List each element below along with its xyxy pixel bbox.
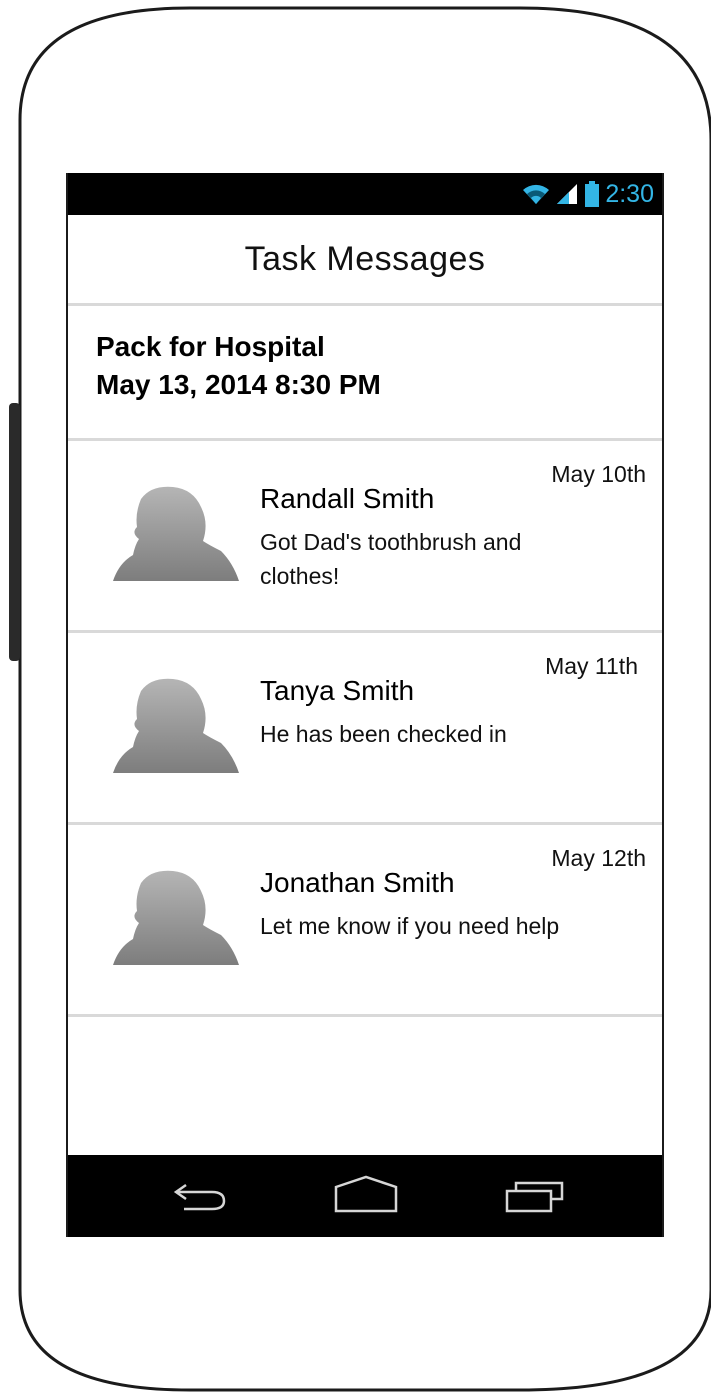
person-silhouette-icon bbox=[113, 870, 239, 965]
person-silhouette-icon bbox=[113, 678, 239, 773]
message-sender: Tanya Smith bbox=[260, 675, 415, 706]
page-title: Task Messages bbox=[244, 239, 486, 278]
status-time: 2:30 bbox=[605, 180, 654, 208]
message-item[interactable]: May 12th Jonathan Smith Let me know if y… bbox=[68, 825, 662, 1017]
message-text: Got Dad's toothbrush and clothes! bbox=[260, 529, 522, 589]
recents-icon[interactable] bbox=[504, 1175, 566, 1215]
message-sender: Randall Smith bbox=[260, 483, 435, 514]
wifi-icon bbox=[523, 184, 550, 204]
message-text: He has been checked in bbox=[260, 721, 507, 747]
message-text: Let me know if you need help bbox=[260, 913, 560, 939]
message-item[interactable]: May 11th Tanya Smith He has been checked… bbox=[68, 633, 662, 825]
message-item[interactable]: May 10th Randall Smith Got Dad's toothbr… bbox=[68, 441, 662, 633]
home-icon[interactable] bbox=[334, 1175, 398, 1215]
side-volume-button bbox=[9, 403, 20, 661]
message-sender: Jonathan Smith bbox=[260, 867, 455, 898]
battery-icon bbox=[585, 181, 600, 207]
nav-bar bbox=[68, 1155, 662, 1237]
status-icons: 2:30 bbox=[521, 177, 654, 211]
message-date: May 10th bbox=[551, 461, 646, 487]
status-bar: 2:30 bbox=[68, 173, 662, 215]
signal-icon bbox=[557, 184, 578, 204]
task-header: Pack for Hospital May 13, 2014 8:30 PM bbox=[68, 306, 662, 441]
message-date: May 11th bbox=[545, 653, 638, 679]
message-date: May 12th bbox=[551, 845, 646, 871]
title-bar: Task Messages bbox=[68, 215, 662, 306]
phone-screen: 2:30 Task Messages Pack for Hospital May… bbox=[66, 173, 664, 1237]
task-datetime: May 13, 2014 8:30 PM bbox=[96, 369, 381, 400]
task-name: Pack for Hospital bbox=[96, 331, 325, 362]
back-icon[interactable] bbox=[172, 1175, 230, 1215]
person-silhouette-icon bbox=[113, 486, 239, 581]
